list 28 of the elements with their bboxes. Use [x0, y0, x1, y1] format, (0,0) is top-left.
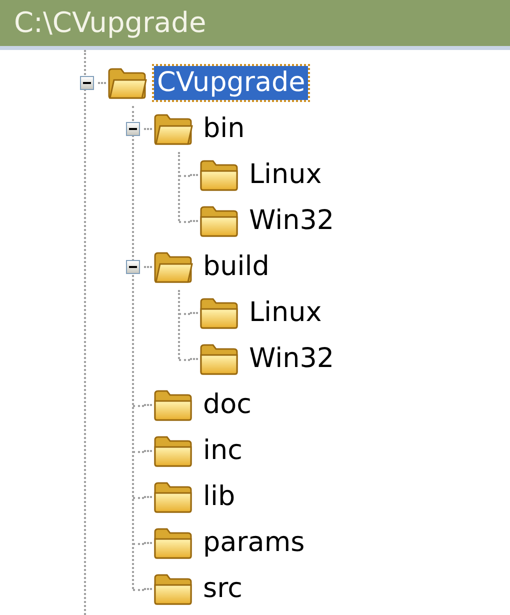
- folder-icon: [152, 526, 194, 560]
- path-header: C:\CVupgrade: [0, 0, 510, 50]
- tree-item[interactable]: doc: [200, 388, 255, 422]
- folder-icon: [198, 204, 240, 238]
- collapse-button[interactable]: [80, 76, 94, 90]
- folder-icon: [198, 296, 240, 330]
- folder-icon: [152, 434, 194, 468]
- tree-item[interactable]: bin: [200, 112, 248, 146]
- open-folder-icon: [152, 112, 194, 146]
- tree-item[interactable]: lib: [200, 480, 238, 514]
- tree-item[interactable]: CVupgrade: [154, 66, 308, 100]
- tree-item[interactable]: src: [200, 572, 246, 606]
- tree-item[interactable]: Win32: [246, 204, 338, 238]
- folder-icon: [198, 158, 240, 192]
- folder-icon: [152, 572, 194, 606]
- tree-item[interactable]: Win32: [246, 342, 338, 376]
- open-folder-icon: [152, 250, 194, 284]
- collapse-button[interactable]: [126, 122, 140, 136]
- tree-item[interactable]: build: [200, 250, 272, 284]
- tree-item[interactable]: Linux: [246, 296, 325, 330]
- open-folder-icon: [106, 66, 148, 100]
- tree-item[interactable]: inc: [200, 434, 246, 468]
- folder-icon: [152, 388, 194, 422]
- tree-item[interactable]: params: [200, 526, 308, 560]
- folder-icon: [198, 342, 240, 376]
- tree-item[interactable]: Linux: [246, 158, 325, 192]
- folder-icon: [152, 480, 194, 514]
- collapse-button[interactable]: [126, 260, 140, 274]
